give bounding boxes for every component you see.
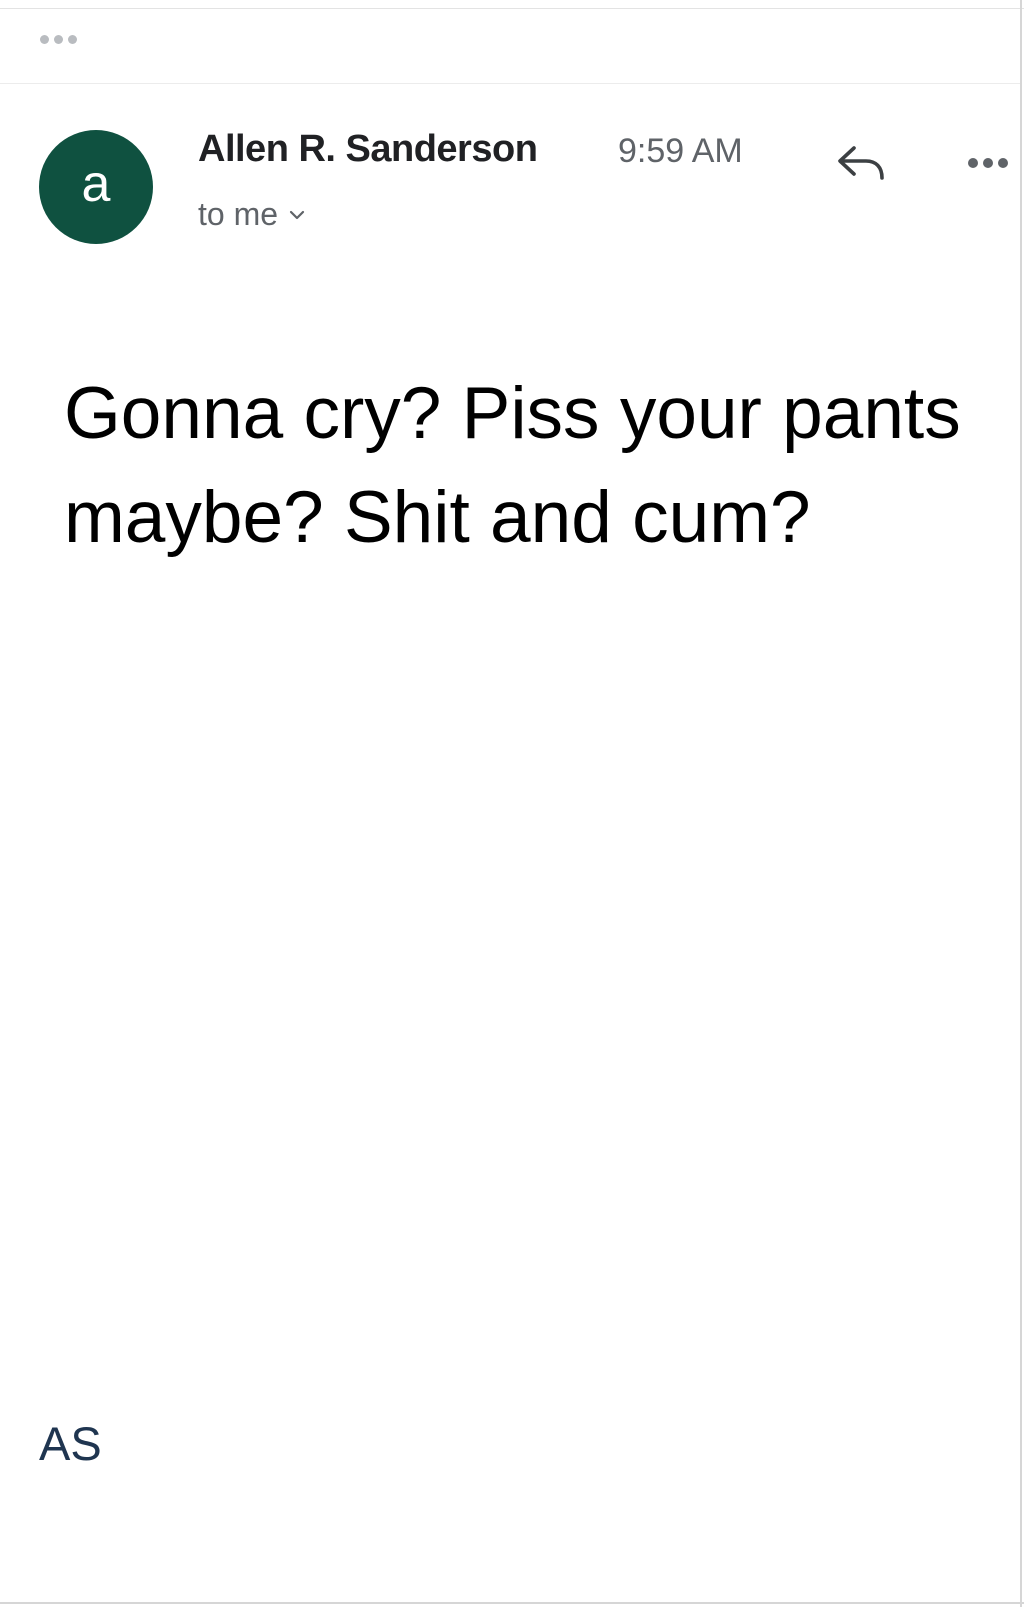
avatar[interactable]: a: [39, 130, 153, 244]
recipient-toggle[interactable]: to me: [198, 196, 306, 233]
frame-right-border: [1020, 0, 1022, 1607]
sender-name[interactable]: Allen R. Sanderson: [198, 128, 538, 171]
chevron-down-icon: [288, 209, 306, 221]
recipient-label: to me: [198, 196, 279, 232]
message-body: Gonna cry? Piss your pants maybe? Shit a…: [64, 362, 964, 570]
more-options-button[interactable]: [958, 148, 1018, 178]
reply-icon: [834, 140, 890, 191]
reply-button[interactable]: [832, 140, 892, 190]
sent-time: 9:59 AM: [618, 132, 743, 170]
top-toolbar: [0, 9, 1020, 83]
more-horizontal-icon[interactable]: [40, 35, 77, 44]
signature: AS: [39, 1417, 102, 1470]
avatar-initial: a: [81, 155, 111, 213]
frame-bottom-border: [0, 1602, 1024, 1604]
toolbar-divider: [0, 83, 1020, 84]
